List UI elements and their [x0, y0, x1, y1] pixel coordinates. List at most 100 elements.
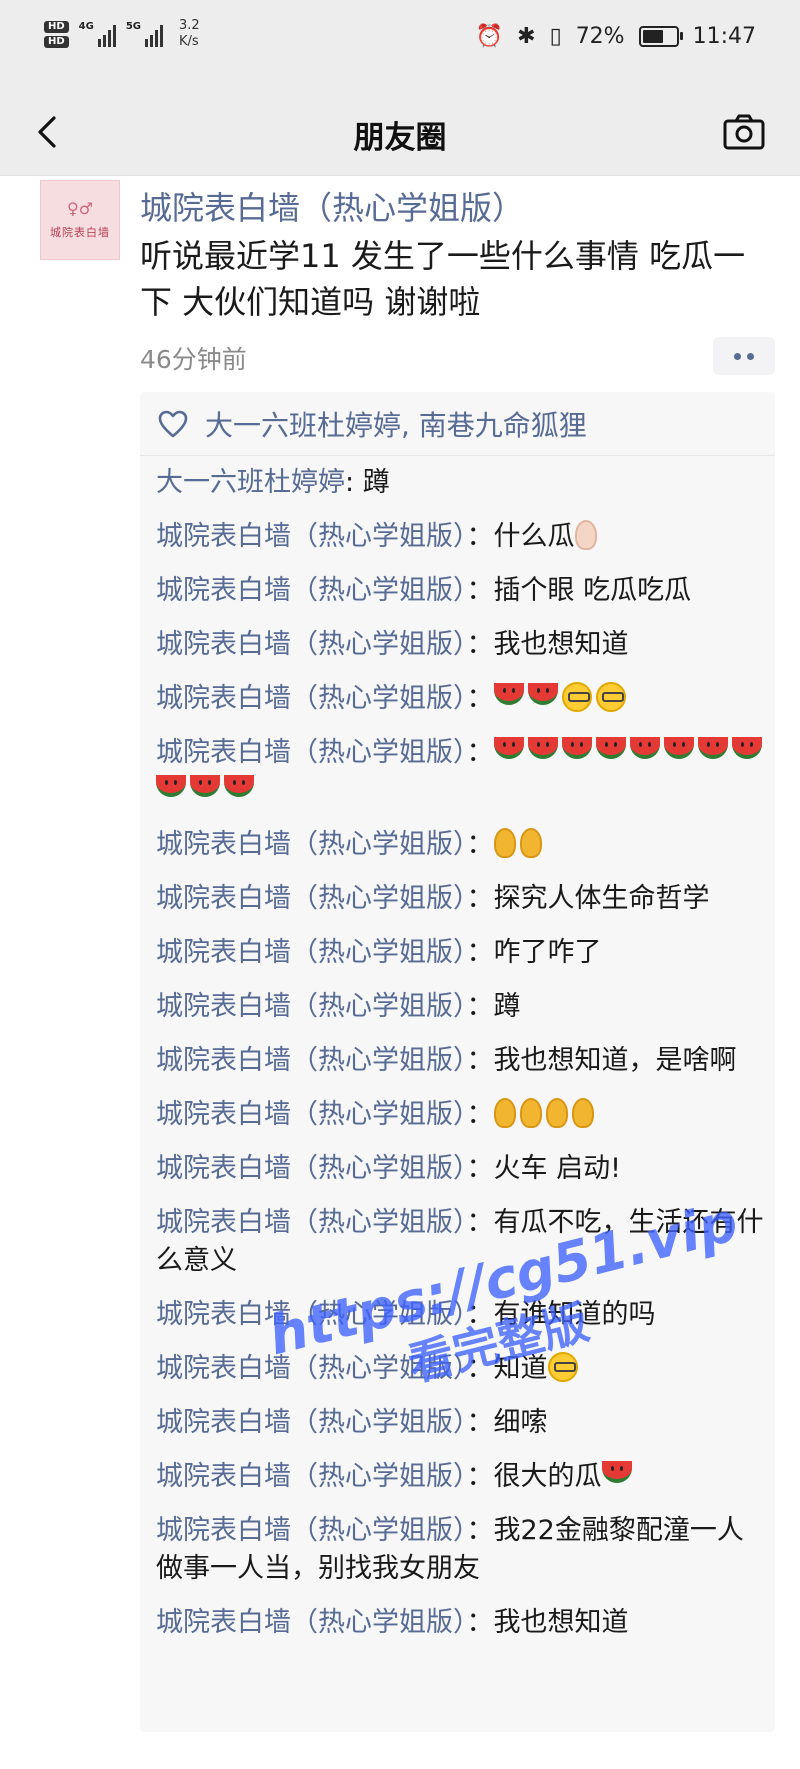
network-4g-label: 4G [78, 21, 94, 32]
hd-badges: HD HD [44, 20, 69, 48]
comment-separator: ： [466, 521, 494, 552]
watermelon-icon [493, 683, 524, 705]
comments-panel: 大一六班杜婷婷, 南巷九命狐狸 大一六班杜婷婷: 蹲城院表白墙（热心学姐版）：什… [140, 392, 775, 1732]
comment-item[interactable]: 城院表白墙（热心学姐版）：插个眼 吃瓜吃瓜 [156, 572, 768, 610]
camera-icon[interactable] [722, 112, 766, 152]
watermelon-icon [595, 737, 626, 759]
hd-badge-2: HD [44, 35, 69, 48]
comment-text: 蹲 [493, 991, 521, 1022]
comment-author[interactable]: 城院表白墙（热心学姐版） [156, 629, 467, 660]
comment-author[interactable]: 城院表白墙（热心学姐版） [156, 1207, 467, 1238]
more-actions-button[interactable] [713, 337, 775, 375]
comment-separator: ： [466, 575, 494, 606]
battery-icon [638, 26, 683, 47]
comment-author[interactable]: 城院表白墙（热心学姐版） [156, 1515, 467, 1546]
network-speed: 3.2 K/s [179, 18, 200, 50]
comment-author[interactable]: 城院表白墙（热心学姐版） [156, 883, 467, 914]
comment-item[interactable]: 城院表白墙（热心学姐版）： [156, 826, 768, 864]
comment-separator: ： [466, 1461, 494, 1492]
comment-text: 咋了咋了 [493, 937, 602, 968]
comment-item[interactable]: 大一六班杜婷婷: 蹲 [156, 464, 768, 502]
comment-list: 大一六班杜婷婷: 蹲城院表白墙（热心学姐版）：什么瓜 城院表白墙（热心学姐版）：插… [156, 464, 768, 1658]
ear-icon [493, 828, 516, 858]
comment-author[interactable]: 城院表白墙（热心学姐版） [156, 1607, 467, 1638]
comment-separator: ： [466, 629, 494, 660]
comment-separator: ： [466, 1207, 494, 1238]
comment-item[interactable]: 城院表白墙（热心学姐版）：咋了咋了 [156, 934, 768, 972]
comment-item[interactable]: 城院表白墙（热心学姐版）：探究人体生命哲学 [156, 880, 768, 918]
comment-author[interactable]: 城院表白墙（热心学姐版） [156, 829, 467, 860]
post-content: 听说最近学11 发生了一些什么事情 吃瓜一下 大伙们知道吗 谢谢啦 [140, 237, 746, 321]
comment-item[interactable]: 城院表白墙（热心学姐版）：我也想知道 [156, 626, 768, 664]
comment-author[interactable]: 城院表白墙（热心学姐版） [156, 683, 467, 714]
comment-author[interactable]: 大一六班杜婷婷 [156, 467, 345, 498]
comment-separator: ： [466, 1099, 494, 1130]
speed-unit: K/s [179, 34, 199, 49]
comment-author[interactable]: 城院表白墙（热心学姐版） [156, 521, 467, 552]
face-emoji-icon [595, 682, 626, 712]
post-author[interactable]: 城院表白墙（热心学姐版） [140, 183, 524, 229]
comment-separator: ： [466, 937, 494, 968]
comment-text: 很大的瓜 [493, 1461, 602, 1492]
comment-item[interactable]: 城院表白墙（热心学姐版）：有瓜不吃，生活还有什么意义 [156, 1204, 768, 1280]
comment-item[interactable]: 城院表白墙（热心学姐版）：很大的瓜 [156, 1458, 768, 1496]
watermelon-icon [697, 737, 728, 759]
comment-item[interactable]: 城院表白墙（热心学姐版）： [156, 680, 768, 718]
comment-text: 蹲 [362, 467, 390, 498]
status-left: HD HD 4G 5G 3.2 K/s [44, 18, 200, 50]
comment-text: 细嗦 [493, 1407, 548, 1438]
comment-separator: ： [466, 1153, 494, 1184]
alarm-icon: ⏰ [475, 24, 504, 49]
comment-author[interactable]: 城院表白墙（热心学姐版） [156, 1099, 467, 1130]
comment-text: 我也想知道 [493, 629, 629, 660]
comment-separator: ： [466, 683, 494, 714]
signal-5g-icon: 5G [126, 21, 164, 47]
nav-bar: 朋友圈 [0, 90, 800, 176]
comment-item[interactable]: 城院表白墙（热心学姐版）：知道 [156, 1350, 768, 1388]
comment-separator: ： [466, 1299, 494, 1330]
comment-author[interactable]: 城院表白墙（热心学姐版） [156, 991, 467, 1022]
comment-item[interactable]: 城院表白墙（热心学姐版）： [156, 734, 768, 810]
comment-item[interactable]: 城院表白墙（热心学姐版）：我也想知道 [156, 1604, 768, 1642]
watermelon-icon [561, 737, 592, 759]
watermelon-icon [493, 737, 524, 759]
avatar[interactable]: ♀♂ 城院表白墙 [40, 180, 120, 260]
comment-author[interactable]: 城院表白墙（热心学姐版） [156, 1407, 467, 1438]
comment-item[interactable]: 城院表白墙（热心学姐版）： [156, 1096, 768, 1134]
comment-item[interactable]: 城院表白墙（热心学姐版）：什么瓜 [156, 518, 768, 556]
comment-text: 我也想知道，是啥啊 [493, 1045, 737, 1076]
comment-separator: ： [466, 1607, 494, 1638]
comment-item[interactable]: 城院表白墙（热心学姐版）：我22金融黎配潼一人做事一人当，别找我女朋友 [156, 1512, 768, 1588]
clock: 11:47 [692, 24, 756, 49]
comment-separator: ： [466, 883, 494, 914]
vibrate-icon: ▯ [549, 24, 562, 49]
face-emoji-icon [561, 682, 592, 712]
comment-text: 有谁知道的吗 [493, 1299, 656, 1330]
comment-separator: ： [466, 1515, 494, 1546]
comment-item[interactable]: 城院表白墙（热心学姐版）：有谁知道的吗 [156, 1296, 768, 1334]
comment-item[interactable]: 城院表白墙（热心学姐版）：我也想知道，是啥啊 [156, 1042, 768, 1080]
page-title: 朋友圈 [353, 120, 447, 156]
battery-percent: 72% [575, 24, 625, 49]
comment-author[interactable]: 城院表白墙（热心学姐版） [156, 1045, 467, 1076]
comment-text: 我也想知道 [493, 1607, 629, 1638]
comment-author[interactable]: 城院表白墙（热心学姐版） [156, 1153, 467, 1184]
likes-names[interactable]: 大一六班杜婷婷, 南巷九命狐狸 [205, 404, 587, 444]
comment-item[interactable]: 城院表白墙（热心学姐版）：细嗦 [156, 1404, 768, 1442]
battery-fill [642, 30, 663, 43]
comment-author[interactable]: 城院表白墙（热心学姐版） [156, 937, 467, 968]
comment-author[interactable]: 城院表白墙（热心学姐版） [156, 1299, 467, 1330]
ear-icon [519, 1098, 542, 1128]
comment-item[interactable]: 城院表白墙（热心学姐版）：火车 启动! [156, 1150, 768, 1188]
status-bar: HD HD 4G 5G 3.2 K/s ⏰ ✱ ▯ 72% 11:47 [0, 0, 800, 90]
ear-icon [519, 828, 542, 858]
comment-separator: ： [466, 1045, 494, 1076]
comment-author[interactable]: 城院表白墙（热心学姐版） [156, 737, 467, 768]
comment-author[interactable]: 城院表白墙（热心学姐版） [156, 1353, 467, 1384]
bluetooth-icon: ✱ [517, 24, 536, 49]
comment-author[interactable]: 城院表白墙（热心学姐版） [156, 1461, 467, 1492]
comment-author[interactable]: 城院表白墙（热心学姐版） [156, 575, 467, 606]
comment-separator: ： [466, 829, 494, 860]
comment-text: 火车 启动! [493, 1153, 621, 1184]
comment-item[interactable]: 城院表白墙（热心学姐版）：蹲 [156, 988, 768, 1026]
